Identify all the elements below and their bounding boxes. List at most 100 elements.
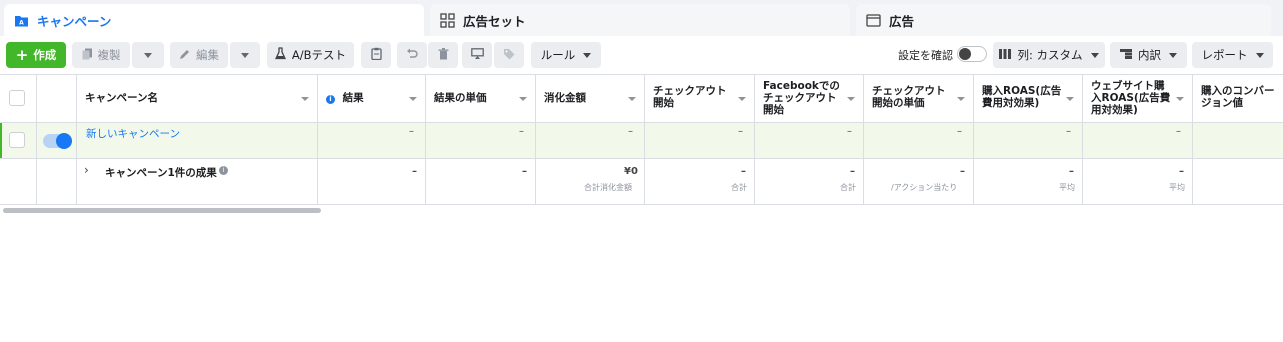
summary-purchase-roas-sub: 平均 [1059, 183, 1075, 192]
toggle-knob [959, 48, 971, 60]
chevron-down-icon [241, 52, 249, 58]
undo-button[interactable] [397, 42, 427, 68]
tab-campaigns[interactable]: A キャンペーン [4, 4, 424, 36]
preview-icon [470, 47, 484, 63]
clipboard-icon [370, 47, 382, 63]
summary-facebook-checkouts: – [850, 166, 855, 177]
svg-text:A: A [19, 19, 24, 26]
header-website-purchase-roas[interactable]: ウェブサイト購 入ROAS(広告費 用対効果) [1083, 74, 1192, 122]
cell-checkouts: – [738, 126, 743, 137]
cell-results: – [409, 126, 414, 137]
undo-icon [406, 48, 418, 63]
trash-icon [438, 47, 449, 63]
clipboard-button[interactable] [361, 42, 391, 68]
ab-test-button[interactable]: A/Bテスト [267, 42, 354, 68]
summary-cost-per-checkout: – [960, 166, 965, 177]
summary-spend: ¥0 [624, 166, 638, 177]
summary-label: キャンペーン1件の成果 [105, 167, 217, 179]
duplicate-button[interactable]: 複製 [72, 42, 130, 68]
preview-button[interactable] [462, 42, 492, 68]
tab-ads[interactable]: 広告 [856, 4, 1271, 36]
create-button[interactable]: + 作成 [6, 42, 66, 68]
sort-icon [1176, 97, 1184, 101]
grid-icon [440, 12, 455, 28]
ad-icon [866, 13, 881, 28]
settings-check-label: 設定を確認 [898, 49, 953, 62]
breakdown-dropdown[interactable]: 内訳 [1110, 42, 1187, 68]
tab-label: キャンペーン [37, 13, 112, 29]
sort-icon [409, 97, 417, 101]
sort-icon [957, 97, 965, 101]
header-purchase-roas[interactable]: 購入ROAS(広告 費用対効果) [974, 74, 1082, 122]
chevron-down-icon [1090, 52, 1099, 58]
cell-website-roas: – [1176, 126, 1181, 137]
header-facebook-checkouts[interactable]: Facebookでの チェックアウト 開始 [755, 74, 863, 122]
header-cost-per-result[interactable]: 結果の単価 [426, 74, 535, 122]
rules-dropdown[interactable]: ルール [531, 42, 601, 68]
duplicate-dropdown[interactable] [132, 42, 164, 68]
chevron-down-icon [1255, 52, 1264, 58]
header-amount-spent[interactable]: 消化金額 [536, 74, 644, 122]
header-results[interactable]: i 結果 [318, 74, 425, 122]
delete-button[interactable] [428, 42, 458, 68]
duplicate-icon [82, 48, 93, 63]
campaign-toggle[interactable] [43, 133, 72, 149]
info-icon: i [326, 95, 335, 104]
campaign-name-link[interactable]: 新しいキャンペーン [86, 126, 180, 141]
summary-results: – [412, 166, 417, 177]
summary-website-roas: – [1179, 166, 1184, 177]
expand-chevron-icon[interactable]: › [84, 163, 89, 177]
info-icon: i [219, 166, 228, 175]
col-divider [36, 74, 37, 204]
breakdown-icon [1120, 48, 1132, 62]
cell-amount-spent: – [628, 126, 633, 137]
horizontal-scrollbar[interactable] [3, 208, 321, 213]
table-bottom-border [0, 204, 1283, 205]
columns-icon [999, 48, 1012, 62]
sort-icon [301, 97, 309, 101]
summary-cost-per-result: – [522, 166, 527, 177]
toolbar: + 作成 複製 編集 A/Bテスト ルール 設定を確認 列: カスタム 内訳 レ… [0, 36, 1283, 74]
header-cost-per-checkout[interactable]: チェックアウト 開始の単価 [864, 74, 973, 122]
select-all-checkbox[interactable] [9, 90, 25, 106]
row-checkbox[interactable] [9, 132, 25, 148]
toggle-knob [56, 133, 72, 149]
summary-cost-per-checkout-sub: /アクション当たり [891, 183, 958, 192]
tag-icon [503, 48, 515, 63]
summary-website-roas-sub: 平均 [1169, 183, 1185, 192]
header-purchase-conversion-value[interactable]: 購入のコンバー ジョン値 [1193, 74, 1283, 122]
columns-dropdown[interactable]: 列: カスタム [993, 42, 1105, 68]
sort-icon [738, 97, 746, 101]
plus-icon: + [15, 46, 29, 64]
summary-spend-sub: 合計消化金額 [584, 183, 632, 192]
cell-purchase-roas: – [1066, 126, 1071, 137]
folder-icon: A [14, 13, 29, 28]
table-row[interactable] [0, 123, 1283, 158]
row-divider [0, 158, 1283, 159]
flask-icon [274, 47, 286, 63]
tag-button[interactable] [494, 42, 524, 68]
cell-cost-per-checkout: – [957, 126, 962, 137]
edit-button[interactable]: 編集 [170, 42, 228, 68]
chevron-down-icon [144, 52, 152, 58]
summary-checkouts: – [741, 166, 746, 177]
sort-icon [847, 97, 855, 101]
cell-cost-per-result: – [519, 126, 524, 137]
tab-label: 広告 [889, 13, 915, 29]
chevron-down-icon [1169, 52, 1177, 58]
sort-icon [519, 97, 527, 101]
summary-purchase-roas: – [1069, 166, 1074, 177]
tab-adsets[interactable]: 広告セット [430, 4, 850, 36]
header-campaign-name[interactable]: キャンペーン名 [77, 74, 317, 122]
edit-dropdown[interactable] [230, 42, 260, 68]
sort-icon [628, 97, 636, 101]
summary-checkouts-sub: 合計 [731, 183, 747, 192]
summary-facebook-checkouts-sub: 合計 [840, 183, 856, 192]
tab-label: 広告セット [463, 13, 526, 29]
pencil-icon [179, 48, 191, 63]
settings-check-toggle[interactable] [957, 46, 987, 62]
header-checkouts-initiated[interactable]: チェックアウト 開始 [645, 74, 754, 122]
reports-dropdown[interactable]: レポート [1192, 42, 1273, 68]
chevron-down-icon [583, 52, 592, 58]
cell-facebook-checkouts: – [847, 126, 852, 137]
